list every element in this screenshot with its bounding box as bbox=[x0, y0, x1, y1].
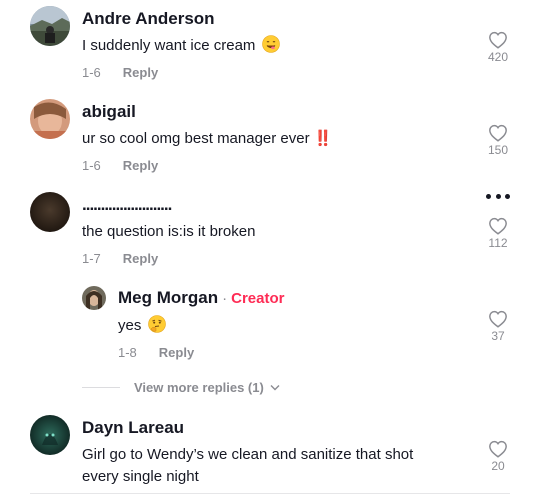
view-more-replies-button[interactable]: View more replies (1) bbox=[82, 380, 280, 395]
reply-author-row: Meg Morgan · Creator bbox=[118, 288, 284, 308]
comment-meta: 1-6 Reply bbox=[82, 65, 158, 80]
comment-text-row: ur so cool omg best manager ever ‼️ bbox=[82, 128, 332, 150]
creator-badge: Creator bbox=[231, 290, 285, 307]
comment-meta: 1-6 Reply bbox=[82, 158, 158, 173]
comment-date: 1-7 bbox=[82, 251, 101, 266]
separator: · bbox=[222, 290, 228, 307]
avatar[interactable] bbox=[82, 286, 106, 310]
reply-meta: 1-8 Reply bbox=[118, 345, 194, 360]
view-more-replies-label: View more replies (1) bbox=[134, 380, 264, 395]
comment-text-row: the question is:is it broken bbox=[82, 221, 255, 243]
more-options-icon[interactable] bbox=[486, 192, 510, 200]
comment-date: 1-6 bbox=[82, 65, 101, 80]
like-button[interactable]: 112 bbox=[478, 217, 518, 250]
avatar[interactable] bbox=[30, 6, 70, 46]
reply-text-row: yes bbox=[118, 315, 166, 337]
heart-icon bbox=[489, 310, 507, 328]
like-button[interactable]: 420 bbox=[478, 31, 518, 64]
reply-button[interactable]: Reply bbox=[123, 251, 158, 266]
comment-author[interactable]: Dayn Lareau bbox=[82, 418, 184, 438]
yum-face-emoji-icon bbox=[261, 35, 280, 53]
comment-text-row: every single night bbox=[82, 466, 199, 488]
like-count: 112 bbox=[488, 236, 508, 250]
divider bbox=[82, 387, 120, 388]
avatar[interactable] bbox=[30, 99, 70, 139]
heart-icon bbox=[489, 217, 507, 235]
comment-text: ur so cool omg best manager ever ‼️ bbox=[82, 130, 333, 147]
reply-text: yes bbox=[118, 317, 142, 334]
divider bbox=[30, 493, 510, 494]
like-count: 420 bbox=[487, 50, 509, 64]
comment-author[interactable]: abigail bbox=[82, 102, 136, 122]
like-count: 150 bbox=[487, 143, 509, 157]
thinking-face-emoji-icon bbox=[147, 315, 166, 333]
like-count: 20 bbox=[491, 459, 505, 473]
heart-icon bbox=[489, 440, 507, 458]
comment-meta: 1-7 Reply bbox=[82, 251, 158, 266]
like-button[interactable]: 150 bbox=[478, 124, 518, 157]
avatar[interactable] bbox=[30, 415, 70, 455]
comment-text-row: Girl go to Wendy’s we clean and sanitize… bbox=[82, 444, 413, 466]
like-button[interactable]: 37 bbox=[478, 310, 518, 343]
like-button[interactable]: 20 bbox=[478, 440, 518, 473]
like-count: 37 bbox=[491, 329, 505, 343]
reply-button[interactable]: Reply bbox=[123, 65, 158, 80]
comment-author[interactable]: Andre Anderson bbox=[82, 9, 215, 29]
comment-text: Girl go to Wendy’s we clean and sanitize… bbox=[82, 446, 414, 463]
comment-author[interactable]: ........................ bbox=[82, 195, 172, 215]
chevron-down-icon bbox=[270, 385, 280, 391]
comment-date: 1-6 bbox=[82, 158, 101, 173]
comment-text-row: I suddenly want ice cream bbox=[82, 35, 280, 57]
comment-text: the question is:is it broken bbox=[82, 223, 256, 240]
heart-icon bbox=[489, 31, 507, 49]
reply-button[interactable]: Reply bbox=[123, 158, 158, 173]
comment-text: I suddenly want ice cream bbox=[82, 37, 256, 54]
heart-icon bbox=[489, 124, 507, 142]
avatar[interactable] bbox=[30, 192, 70, 232]
reply-date: 1-8 bbox=[118, 345, 137, 360]
comment-text: every single night bbox=[82, 468, 199, 485]
reply-author[interactable]: Meg Morgan bbox=[118, 288, 218, 307]
reply-button[interactable]: Reply bbox=[159, 345, 194, 360]
